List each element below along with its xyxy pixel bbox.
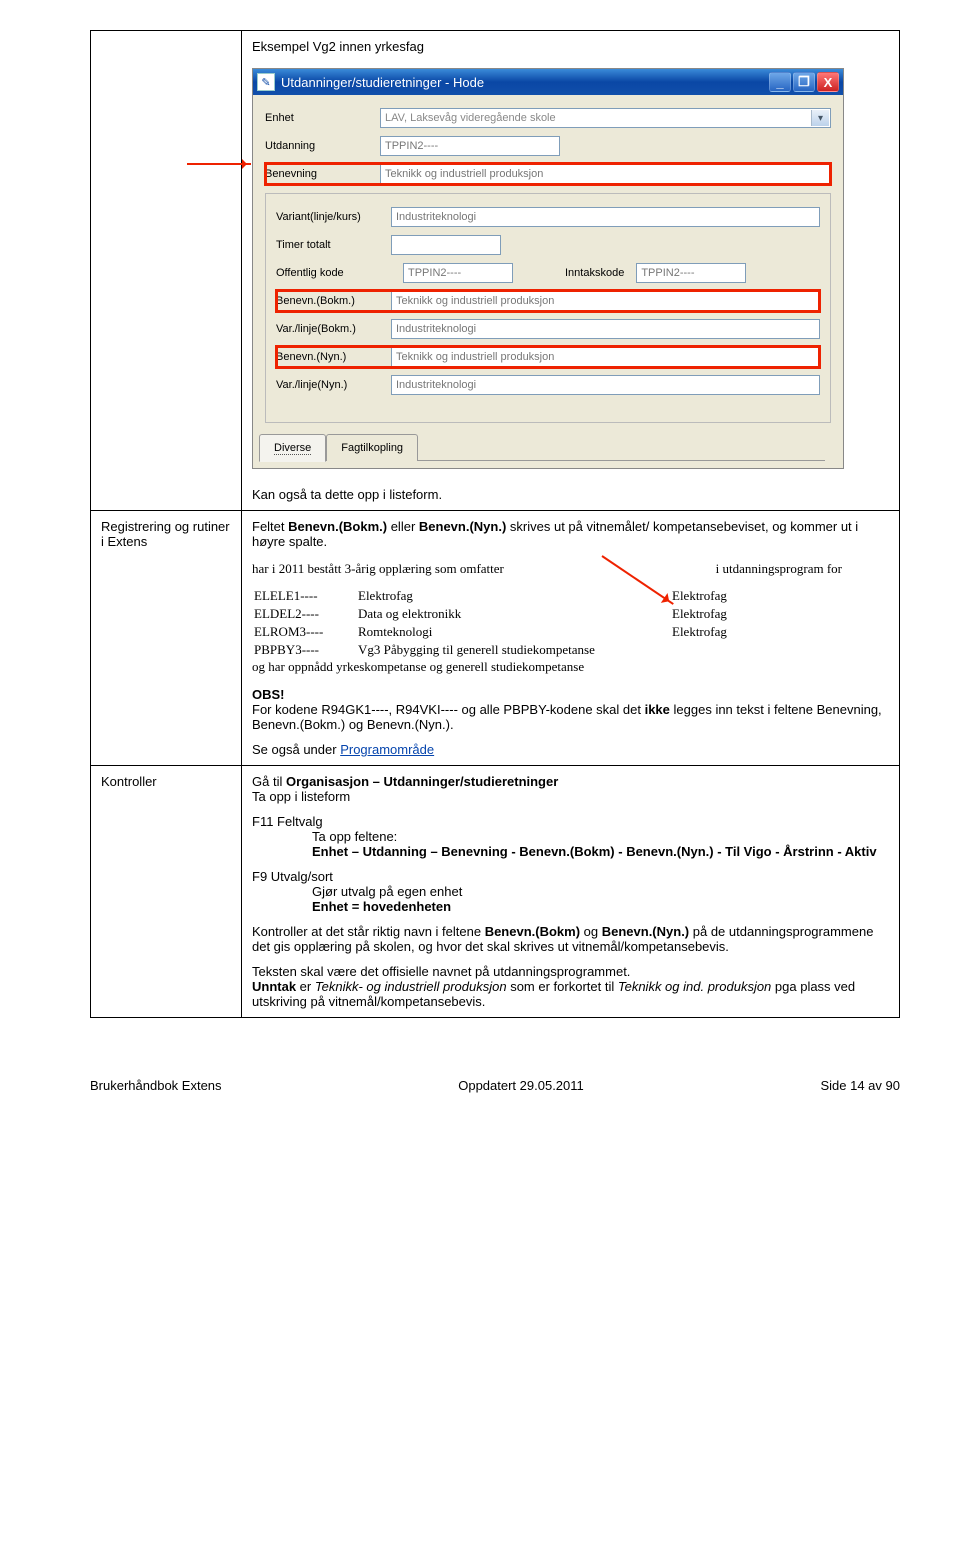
red-arrow-icon [187,163,251,165]
row3-label: Kontroller [91,766,242,1018]
excerpt-row: PBPBY3---- Vg3 Påbygging til generell st… [252,641,842,659]
tab-fagtilkopling[interactable]: Fagtilkopling [326,434,418,461]
enhet-label: Enhet [265,112,380,124]
chevron-down-icon: ▾ [811,110,829,126]
f11-heading: F11 Feltvalg [252,814,889,829]
goto-line: Gå til Organisasjon – Utdanninger/studie… [252,774,889,789]
maximize-button[interactable]: ❐ [793,72,815,92]
footer-left: Brukerhåndbok Extens [90,1078,222,1093]
unntak: Unntak er Teknikk- og industriell produk… [252,979,889,1009]
f9-rule: Enhet = hovedenheten [312,899,889,914]
row2-intro: Feltet Benevn.(Bokm.) eller Benevn.(Nyn.… [252,519,889,549]
f11-sub: Ta opp feltene: [312,829,889,844]
window-titlebar: ✎ Utdanninger/studieretninger - Hode _ ❐… [253,69,843,95]
offkode-label: Offentlig kode [276,267,391,279]
benevn-nyn-input[interactable] [391,347,820,367]
groupbox: Variant(linje/kurs) Timer totalt Offentl… [265,193,831,423]
benevn-bokm-label: Benevn.(Bokm.) [276,295,391,307]
varlinje-nyn-label: Var./linje(Nyn.) [276,379,391,391]
minimize-button[interactable]: _ [769,72,791,92]
list-note: Kan også ta dette opp i listeform. [252,487,889,502]
utdanning-input[interactable] [380,136,560,156]
f9-sub: Gjør utvalg på egen enhet [312,884,889,899]
timer-input[interactable] [391,235,501,255]
excerpt-top-left: har i 2011 bestått 3-årig opplæring som … [252,561,504,577]
tekst1: Teksten skal være det offisielle navnet … [252,964,889,979]
benevning-input[interactable] [380,164,831,184]
goto-sub: Ta opp i listeform [252,789,889,804]
excerpt-row: ELDEL2---- Data og elektronikk Elektrofa… [252,605,842,623]
variant-input[interactable] [391,207,820,227]
page-footer: Brukerhåndbok Extens Oppdatert 29.05.201… [90,1078,900,1093]
obs-text: For kodene R94GK1----, R94VKI---- og all… [252,702,889,732]
excerpt-row: ELROM3---- Romteknologi Elektrofag [252,623,842,641]
programomrade-link[interactable]: Programområde [340,742,434,757]
offkode-input[interactable] [403,263,513,283]
kontroller-text: Kontroller at det står riktig navn i fel… [252,924,889,954]
benevn-nyn-label: Benevn.(Nyn.) [276,351,391,363]
f9-heading: F9 Utvalg/sort [252,869,889,884]
timer-label: Timer totalt [276,239,391,251]
app-icon: ✎ [257,73,275,91]
window-title: Utdanninger/studieretninger - Hode [281,75,769,90]
tab-diverse[interactable]: Diverse [259,434,326,462]
enhet-dropdown[interactable]: LAV, Laksevåg videregående skole ▾ [380,108,831,128]
varlinje-nyn-input[interactable] [391,375,820,395]
obs-label: OBS! [252,687,889,702]
utdanning-label: Utdanning [265,140,380,152]
excerpt-top-right: i utdanningsprogram for [716,561,842,577]
see-also: Se også under Programområde [252,742,889,757]
footer-center: Oppdatert 29.05.2011 [458,1078,584,1093]
f11-fields: Enhet – Utdanning – Benevning - Benevn.(… [312,844,889,859]
benevning-label: Benevning [265,168,380,180]
close-button[interactable]: X [817,72,839,92]
variant-label: Variant(linje/kurs) [276,211,391,223]
screenshot-window: ✎ Utdanninger/studieretninger - Hode _ ❐… [252,68,844,469]
inntak-label: Inntakskode [565,267,624,279]
row2-label: Registrering og rutiner i Extens [91,511,242,766]
footer-right: Side 14 av 90 [820,1078,900,1093]
varlinje-bokm-label: Var./linje(Bokm.) [276,323,391,335]
benevn-bokm-input[interactable] [391,291,820,311]
inntak-input[interactable] [636,263,746,283]
section-heading: Eksempel Vg2 innen yrkesfag [252,39,889,54]
excerpt-row: ELELE1---- Elektrofag Elektrofag [252,587,842,605]
excerpt-bottom: og har oppnådd yrkeskompetanse og genere… [252,659,842,675]
excerpt-block: har i 2011 bestått 3-årig opplæring som … [252,561,842,675]
varlinje-bokm-input[interactable] [391,319,820,339]
